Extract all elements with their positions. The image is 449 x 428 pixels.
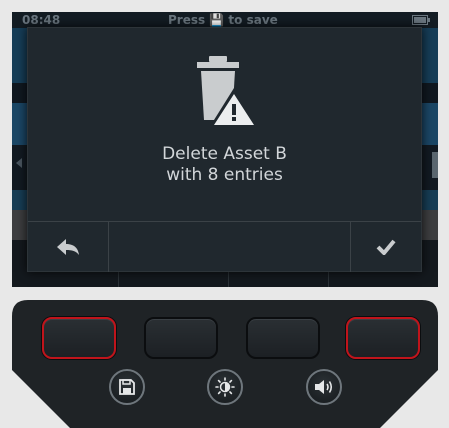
volume-button[interactable] xyxy=(306,369,342,405)
soft-key-1[interactable] xyxy=(42,317,116,359)
soft-key-4[interactable] xyxy=(346,317,420,359)
dialog-footer xyxy=(28,221,421,272)
back-arrow-icon xyxy=(57,239,79,255)
volume-icon xyxy=(315,380,333,394)
status-time: 08:48 xyxy=(22,13,61,27)
background-scroll-indicator xyxy=(432,152,438,178)
empty-softkey-slot xyxy=(109,222,351,272)
brightness-button[interactable] xyxy=(207,369,243,405)
soft-key-2[interactable] xyxy=(144,317,218,359)
status-hint: Press 💾 to save xyxy=(168,13,278,27)
trash-warning-icon xyxy=(197,56,259,128)
background-left-arrow-icon xyxy=(16,158,22,168)
hardware-keypad xyxy=(12,300,438,428)
status-bar: 08:48 Press 💾 to save xyxy=(12,12,438,28)
soft-key-3[interactable] xyxy=(246,317,320,359)
device: 08:48 Press 💾 to save Delete Asset B wit… xyxy=(0,0,449,428)
device-screen: 08:48 Press 💾 to save Delete Asset B wit… xyxy=(12,12,438,287)
brightness-icon xyxy=(215,377,235,397)
delete-confirm-dialog: Delete Asset B with 8 entries xyxy=(27,27,422,272)
checkmark-icon xyxy=(376,239,396,255)
dialog-message: Delete Asset B with 8 entries xyxy=(162,144,287,185)
back-button[interactable] xyxy=(28,222,109,272)
save-icon xyxy=(119,379,135,395)
battery-icon xyxy=(412,15,430,25)
confirm-button[interactable] xyxy=(351,222,421,272)
save-button[interactable] xyxy=(109,369,145,405)
